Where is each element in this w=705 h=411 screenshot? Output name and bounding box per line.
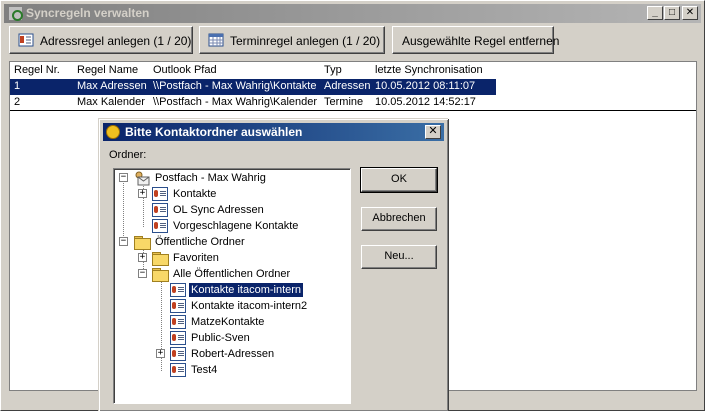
minimize-button[interactable]: _ <box>647 6 663 20</box>
tree-node-label: Kontakte <box>173 188 217 200</box>
folder-icon <box>152 266 169 282</box>
row-type: Termine <box>324 96 364 108</box>
ok-button[interactable]: OK <box>360 167 438 193</box>
contact-card-icon <box>170 362 186 378</box>
contact-card-icon <box>170 346 186 362</box>
folder-label: Ordner: <box>109 149 147 161</box>
cancel-button[interactable]: Abbrechen <box>361 207 437 231</box>
dialog-close-button[interactable]: ✕ <box>425 125 441 139</box>
new-folder-button[interactable]: Neu... <box>361 245 437 269</box>
remove-rule-label: Ausgewählte Regel entfernen <box>402 34 560 48</box>
column-header-last-sync[interactable]: letzte Synchronisation <box>375 64 483 76</box>
row-path: \\Postfach - Max Wahrig\Kontakte <box>153 80 317 92</box>
add-calendar-rule-label: Terminregel anlegen (1 / 20) <box>230 34 381 48</box>
dialog-titlebar[interactable]: Bitte Kontaktordner auswählen ✕ <box>103 123 444 141</box>
table-header: Regel Nr. Regel Name Outlook Pfad Typ le… <box>10 62 696 79</box>
close-button[interactable]: ✕ <box>682 6 698 20</box>
window-titlebar[interactable]: Syncregeln verwalten _ □ ✕ <box>4 4 701 23</box>
add-address-rule-button[interactable]: Adressregel anlegen (1 / 20) <box>9 26 193 54</box>
row-last-sync: 10.05.2012 14:52:17 <box>375 96 476 108</box>
expand-toggle[interactable]: + <box>156 349 165 358</box>
contact-card-icon <box>152 186 168 202</box>
row-name: Max Adressen <box>77 80 147 92</box>
table-row[interactable]: 1 Max Adressen \\Postfach - Max Wahrig\K… <box>10 79 696 95</box>
table-row[interactable]: 2 Max Kalender \\Postfach - Max Wahrig\K… <box>10 95 696 111</box>
folder-icon <box>152 250 169 266</box>
public-folder-icon <box>134 234 151 250</box>
add-calendar-rule-button[interactable]: Terminregel anlegen (1 / 20) <box>199 26 385 54</box>
collapse-toggle[interactable]: − <box>138 269 147 278</box>
calendar-icon <box>208 33 224 47</box>
column-header-path[interactable]: Outlook Pfad <box>153 64 217 76</box>
row-nr: 1 <box>14 80 21 92</box>
address-book-icon <box>18 33 34 47</box>
outlook-icon <box>106 125 120 139</box>
column-header-type[interactable]: Typ <box>324 64 342 76</box>
row-name: Max Kalender <box>77 96 145 108</box>
tree-node-label: Kontakte itacom-intern <box>187 282 305 298</box>
contact-card-icon <box>152 202 168 218</box>
app-icon <box>8 6 23 21</box>
tree-node-label: Öffentliche Ordner <box>155 236 245 248</box>
tree-node-label: OL Sync Adressen <box>173 204 264 216</box>
tree-node-label: Alle Öffentlichen Ordner <box>173 268 291 280</box>
column-header-nr[interactable]: Regel Nr. <box>14 64 60 76</box>
folder-tree[interactable]: Postfach - Max Wahrig − Kontakte + OL Sy… <box>113 168 351 404</box>
tree-node-label: Postfach - Max Wahrig <box>155 172 266 184</box>
expand-toggle[interactable]: + <box>138 189 147 198</box>
contact-card-icon <box>170 282 186 298</box>
collapse-toggle[interactable]: − <box>119 173 128 182</box>
expand-toggle[interactable]: + <box>138 253 147 262</box>
collapse-toggle[interactable]: − <box>119 237 128 246</box>
contact-card-icon <box>152 218 168 234</box>
tree-node-label: Public-Sven <box>191 332 250 344</box>
tree-node-label: Robert-Adressen <box>191 348 275 360</box>
window-title: Syncregeln verwalten <box>26 6 150 20</box>
tree-connector <box>123 181 124 242</box>
tree-node-label: MatzeKontakte <box>191 316 265 328</box>
select-contact-folder-dialog: Bitte Kontaktordner auswählen ✕ Ordner: … <box>98 118 448 411</box>
row-nr: 2 <box>14 96 21 108</box>
contact-card-icon <box>170 330 186 346</box>
tree-node-label: Favoriten <box>173 252 219 264</box>
contact-card-icon <box>170 298 186 314</box>
mailbox-icon <box>134 170 150 186</box>
column-header-name[interactable]: Regel Name <box>77 64 138 76</box>
add-address-rule-label: Adressregel anlegen (1 / 20) <box>40 34 192 48</box>
remove-rule-button[interactable]: Ausgewählte Regel entfernen <box>392 26 559 54</box>
maximize-button[interactable]: □ <box>664 6 680 20</box>
tree-node-label: Test4 <box>191 364 218 376</box>
row-last-sync: 10.05.2012 08:11:07 <box>375 80 476 92</box>
dialog-title: Bitte Kontaktordner auswählen <box>125 125 303 139</box>
row-path: \\Postfach - Max Wahrig\Kalender <box>153 96 318 108</box>
contact-card-icon <box>170 314 186 330</box>
row-type: Adressen <box>324 80 371 92</box>
tree-node-label: Vorgeschlagene Kontakte <box>173 220 299 232</box>
tree-node-label: Kontakte itacom-intern2 <box>191 300 308 312</box>
